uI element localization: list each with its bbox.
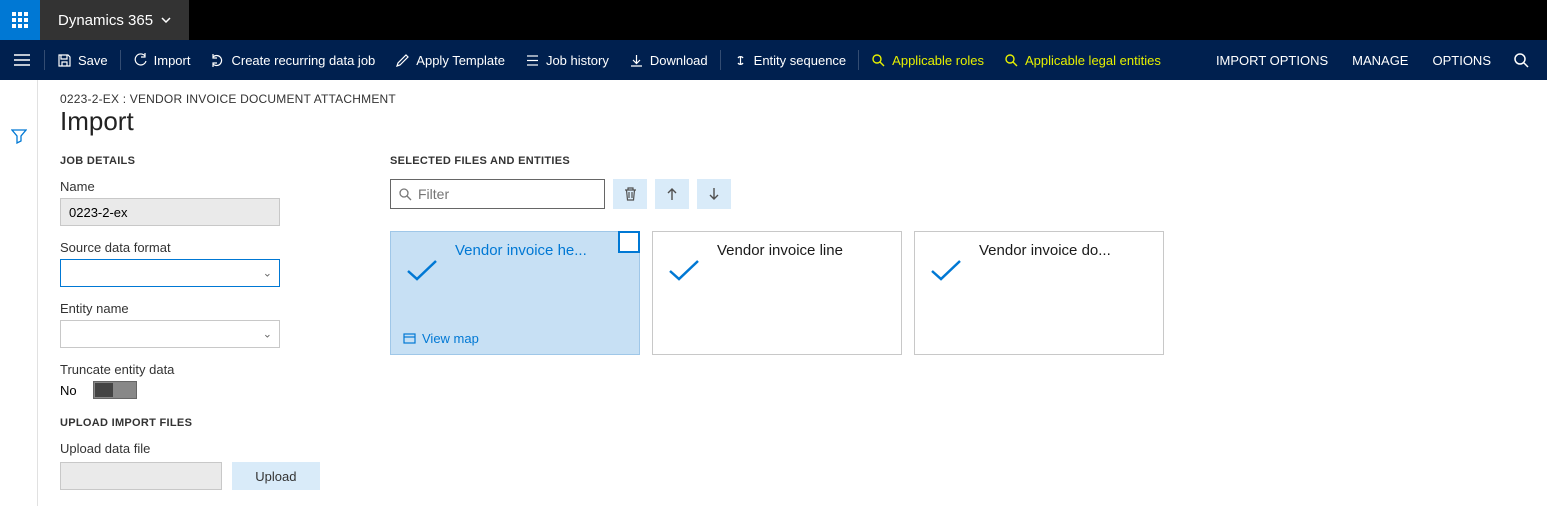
import-button[interactable]: Import bbox=[123, 40, 201, 80]
main-content: 0223-2-EX : VENDOR INVOICE DOCUMENT ATTA… bbox=[38, 80, 1547, 506]
truncate-toggle[interactable] bbox=[93, 381, 137, 399]
save-button[interactable]: Save bbox=[47, 40, 118, 80]
global-search-button[interactable] bbox=[1503, 40, 1539, 80]
entity-sequence-button[interactable]: Entity sequence bbox=[723, 40, 857, 80]
filter-rail-button[interactable] bbox=[11, 128, 27, 144]
apply-template-button[interactable]: Apply Template bbox=[385, 40, 515, 80]
save-icon bbox=[57, 53, 72, 68]
download-icon bbox=[629, 53, 644, 68]
entity-sequence-label: Entity sequence bbox=[754, 53, 847, 68]
selection-checkbox[interactable] bbox=[618, 231, 640, 253]
left-rail bbox=[0, 80, 38, 506]
recurring-icon bbox=[210, 53, 225, 68]
search-icon bbox=[399, 188, 412, 201]
right-commands: IMPORT OPTIONS MANAGE OPTIONS bbox=[1204, 40, 1539, 80]
applicable-roles-button[interactable]: Applicable roles bbox=[861, 40, 994, 80]
chevron-down-icon bbox=[161, 17, 171, 23]
selected-files-header: SELECTED FILES AND ENTITIES bbox=[390, 155, 1525, 167]
download-button[interactable]: Download bbox=[619, 40, 718, 80]
upload-button[interactable]: Upload bbox=[232, 462, 320, 490]
trash-icon bbox=[623, 186, 638, 202]
delete-button[interactable] bbox=[613, 179, 647, 209]
source-format-select[interactable] bbox=[60, 259, 280, 287]
hamburger-icon bbox=[14, 54, 30, 66]
job-history-label: Job history bbox=[546, 53, 609, 68]
job-history-button[interactable]: Job history bbox=[515, 40, 619, 80]
manage-button[interactable]: MANAGE bbox=[1340, 40, 1420, 80]
hamburger-button[interactable] bbox=[8, 54, 36, 66]
search-icon bbox=[871, 53, 886, 68]
toggle-knob bbox=[95, 383, 113, 397]
breadcrumb: 0223-2-EX : VENDOR INVOICE DOCUMENT ATTA… bbox=[60, 92, 1525, 106]
arrow-up-icon bbox=[665, 186, 679, 202]
manage-label: MANAGE bbox=[1352, 53, 1408, 68]
funnel-icon bbox=[11, 128, 27, 144]
truncate-value: No bbox=[60, 383, 77, 398]
move-down-button[interactable] bbox=[697, 179, 731, 209]
options-label: OPTIONS bbox=[1432, 53, 1491, 68]
waffle-icon bbox=[12, 12, 28, 28]
divider bbox=[720, 50, 721, 70]
applicable-legal-label: Applicable legal entities bbox=[1025, 53, 1161, 68]
entity-card[interactable]: Vendor invoice he... View map bbox=[390, 231, 640, 355]
filter-box[interactable] bbox=[390, 179, 605, 209]
filter-input[interactable] bbox=[418, 186, 599, 202]
source-format-label: Source data format bbox=[60, 240, 320, 255]
selected-files-panel: SELECTED FILES AND ENTITIES bbox=[390, 155, 1525, 490]
options-button[interactable]: OPTIONS bbox=[1420, 40, 1503, 80]
upload-header: UPLOAD IMPORT FILES bbox=[60, 417, 320, 429]
entity-card-title: Vendor invoice he... bbox=[455, 242, 627, 259]
job-details-panel: JOB DETAILS Name Source data format ⌄ En… bbox=[60, 155, 320, 490]
upload-file-field[interactable] bbox=[60, 462, 222, 490]
truncate-label: Truncate entity data bbox=[60, 362, 320, 377]
download-label: Download bbox=[650, 53, 708, 68]
entity-cards: Vendor invoice he...View mapVendor invoi… bbox=[390, 231, 1525, 355]
entity-name-select[interactable] bbox=[60, 320, 280, 348]
divider bbox=[44, 50, 45, 70]
checkmark-icon bbox=[929, 258, 963, 282]
page-body: 0223-2-EX : VENDOR INVOICE DOCUMENT ATTA… bbox=[0, 80, 1547, 506]
job-details-header: JOB DETAILS bbox=[60, 155, 320, 167]
search-icon bbox=[1513, 52, 1529, 68]
applicable-legal-button[interactable]: Applicable legal entities bbox=[994, 40, 1171, 80]
arrow-down-icon bbox=[707, 186, 721, 202]
refresh-icon bbox=[133, 53, 148, 68]
app-launcher-button[interactable] bbox=[0, 0, 40, 40]
entity-card-title: Vendor invoice do... bbox=[979, 242, 1151, 259]
page-title: Import bbox=[60, 106, 1525, 137]
import-label: Import bbox=[154, 53, 191, 68]
recurring-job-button[interactable]: Create recurring data job bbox=[200, 40, 385, 80]
command-bar: Save Import Create recurring data job Ap… bbox=[0, 40, 1547, 80]
recurring-label: Create recurring data job bbox=[231, 53, 375, 68]
entity-card[interactable]: Vendor invoice line bbox=[652, 231, 902, 355]
move-up-button[interactable] bbox=[655, 179, 689, 209]
name-label: Name bbox=[60, 179, 320, 194]
search-icon bbox=[1004, 53, 1019, 68]
checkmark-icon bbox=[405, 258, 439, 282]
brand-label: Dynamics 365 bbox=[58, 12, 153, 29]
view-map-link[interactable]: View map bbox=[403, 331, 479, 346]
entity-card[interactable]: Vendor invoice do... bbox=[914, 231, 1164, 355]
import-options-button[interactable]: IMPORT OPTIONS bbox=[1204, 40, 1340, 80]
checkmark-icon bbox=[667, 258, 701, 282]
pencil-icon bbox=[395, 53, 410, 68]
upload-label: Upload data file bbox=[60, 441, 320, 456]
entity-card-title: Vendor invoice line bbox=[717, 242, 889, 259]
apply-template-label: Apply Template bbox=[416, 53, 505, 68]
map-icon bbox=[403, 332, 416, 345]
entity-name-label: Entity name bbox=[60, 301, 320, 316]
link-icon bbox=[733, 53, 748, 68]
divider bbox=[120, 50, 121, 70]
divider bbox=[858, 50, 859, 70]
list-icon bbox=[525, 53, 540, 68]
import-options-label: IMPORT OPTIONS bbox=[1216, 53, 1328, 68]
top-bar: Dynamics 365 bbox=[0, 0, 1547, 40]
save-label: Save bbox=[78, 53, 108, 68]
applicable-roles-label: Applicable roles bbox=[892, 53, 984, 68]
name-input[interactable] bbox=[60, 198, 280, 226]
brand-menu[interactable]: Dynamics 365 bbox=[40, 0, 189, 40]
